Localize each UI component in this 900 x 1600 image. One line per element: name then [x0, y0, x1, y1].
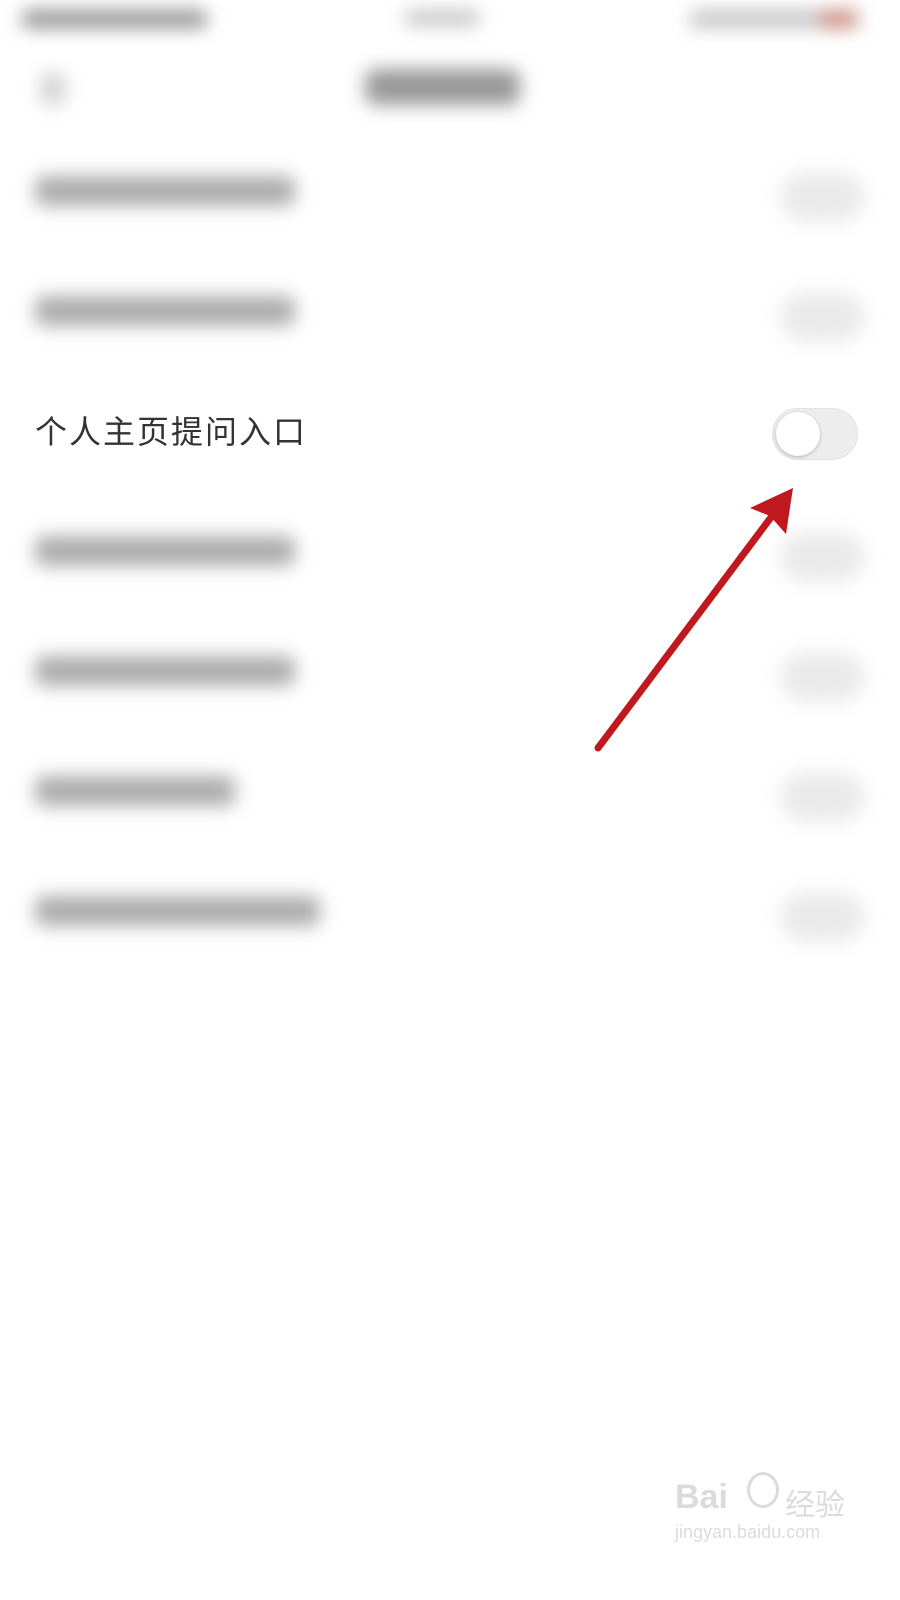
toggle-knob: [776, 412, 820, 456]
setting-row-profile-question-entry[interactable]: 个人主页提问入口: [0, 390, 900, 480]
toggle-switch[interactable]: [780, 292, 865, 342]
watermark-text: 经验: [785, 1488, 845, 1523]
toggle-switch[interactable]: [780, 652, 865, 702]
back-icon[interactable]: [40, 73, 66, 105]
setting-row-label: [35, 776, 235, 806]
status-bar: [0, 0, 900, 50]
setting-row-blurred[interactable]: [0, 750, 900, 850]
baidu-jingyan-watermark: Bai 经验 jingyan.baidu.com: [675, 1470, 875, 1565]
setting-row-label: [35, 176, 295, 206]
watermark-brand: Bai: [675, 1478, 728, 1516]
page-title: [365, 69, 520, 105]
nav-bar: [0, 55, 900, 130]
watermark-url: jingyan.baidu.com: [675, 1522, 821, 1542]
status-bar-center: [405, 10, 480, 26]
setting-label: 个人主页提问入口: [35, 413, 308, 451]
setting-row-blurred[interactable]: [0, 270, 900, 370]
toggle-switch[interactable]: [780, 772, 865, 822]
setting-row-label: [35, 296, 295, 326]
setting-row-blurred[interactable]: [0, 510, 900, 610]
setting-row-blurred[interactable]: [0, 630, 900, 730]
setting-row-blurred[interactable]: [0, 870, 900, 970]
toggle-switch[interactable]: [780, 892, 865, 942]
setting-row-blurred[interactable]: [0, 150, 900, 250]
setting-row-label: [35, 896, 320, 926]
battery-icon: [820, 10, 856, 28]
paw-icon: [747, 1472, 779, 1508]
toggle-switch[interactable]: [772, 408, 858, 460]
setting-row-label: [35, 656, 295, 686]
toggle-switch[interactable]: [780, 172, 865, 222]
toggle-switch[interactable]: [780, 532, 865, 582]
setting-row-label: [35, 536, 295, 566]
status-bar-left: [22, 10, 207, 28]
